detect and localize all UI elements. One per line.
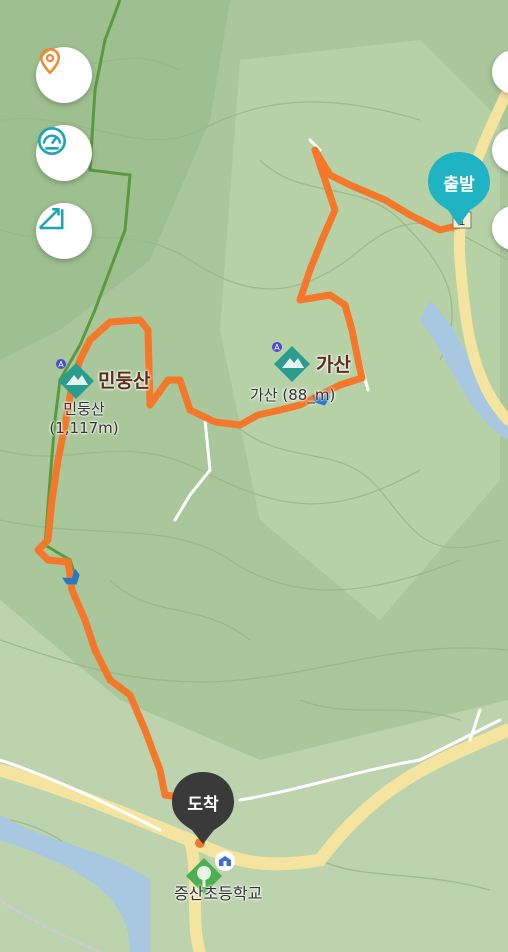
map-view[interactable]: 1 A 민둥산 bbox=[0, 0, 508, 952]
svg-text:A: A bbox=[58, 360, 64, 369]
start-pin-label: 출발 bbox=[443, 174, 475, 195]
peak-elevation: (1,117m) bbox=[49, 419, 119, 437]
peak-name-label: 민둥산 bbox=[98, 370, 151, 392]
speed-button[interactable] bbox=[36, 125, 92, 181]
mountain-icon: A bbox=[272, 342, 310, 382]
slope-button[interactable] bbox=[36, 203, 92, 259]
peak-sub-name: 가산 bbox=[250, 386, 278, 404]
slope-icon bbox=[38, 208, 64, 230]
terrain-light bbox=[220, 40, 500, 620]
peak-name-label: 가산 bbox=[316, 354, 351, 376]
end-pin[interactable]: 도착 bbox=[170, 770, 236, 846]
svg-text:A: A bbox=[274, 343, 280, 352]
terrain-dark bbox=[0, 0, 230, 360]
peak-sub-label: 가산 (88_m) bbox=[250, 384, 335, 405]
peak-sub-name: 민둥산 bbox=[63, 400, 105, 418]
peak-elevation: (88_m) bbox=[282, 386, 336, 404]
location-button[interactable] bbox=[36, 47, 92, 103]
start-pin[interactable]: 출발 bbox=[426, 150, 492, 230]
speedometer-icon bbox=[38, 127, 66, 155]
mountain-icon: A bbox=[56, 359, 94, 399]
school-label: 증산초등학교 bbox=[174, 884, 263, 903]
peak-sub-label: 민둥산 (1,117m) bbox=[42, 400, 126, 438]
end-pin-label: 도착 bbox=[187, 794, 219, 815]
location-pin-icon bbox=[39, 48, 61, 75]
